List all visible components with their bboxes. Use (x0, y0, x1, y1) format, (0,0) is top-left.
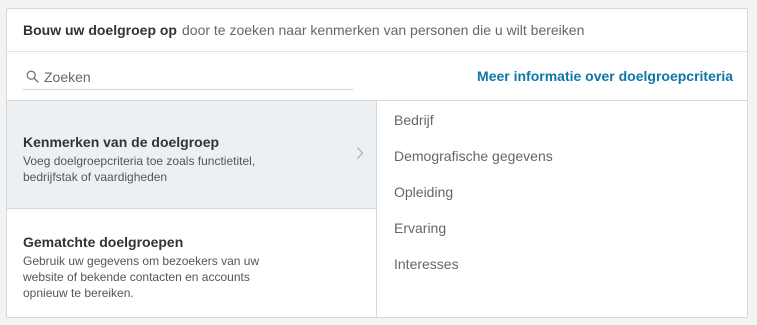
option-description: Voeg doelgroepcriteria toe zoals functie… (23, 154, 256, 184)
category-interests[interactable]: Interesses (377, 249, 747, 285)
category-list: Bedrijf Demografische gegevens Opleiding… (377, 101, 747, 317)
category-education[interactable]: Opleiding (377, 177, 747, 213)
header-title-bold: Bouw uw doelgroep op (23, 22, 177, 38)
search-field[interactable] (23, 64, 353, 90)
category-demographics[interactable]: Demografische gegevens (377, 141, 747, 177)
option-audience-attributes[interactable]: Kenmerken van de doelgroep Voeg doelgroe… (7, 101, 376, 209)
header-title-rest: door te zoeken naar kenmerken van person… (182, 22, 585, 38)
search-input[interactable] (44, 68, 334, 85)
option-title: Gematchte doelgroepen (23, 234, 184, 250)
chevron-right-icon (357, 147, 364, 159)
audience-builder-panel: Bouw uw doelgroep op door te zoeken naar… (6, 8, 748, 318)
option-description: Gebruik uw gegevens om bezoekers van uw … (23, 254, 260, 300)
option-matched-audiences[interactable]: Gematchte doelgroepen Gebruik uw gegeven… (7, 209, 376, 317)
criteria-type-list: Kenmerken van de doelgroep Voeg doelgroe… (7, 101, 377, 317)
category-company[interactable]: Bedrijf (377, 105, 747, 141)
search-bar: Meer informatie over doelgroepcriteria (7, 52, 747, 101)
more-info-link[interactable]: Meer informatie over doelgroepcriteria (477, 68, 733, 84)
category-experience[interactable]: Ervaring (377, 213, 747, 249)
search-icon (26, 70, 39, 83)
criteria-area: Kenmerken van de doelgroep Voeg doelgroe… (7, 101, 747, 317)
panel-header: Bouw uw doelgroep op door te zoeken naar… (7, 9, 747, 52)
option-title: Kenmerken van de doelgroep (23, 134, 220, 150)
